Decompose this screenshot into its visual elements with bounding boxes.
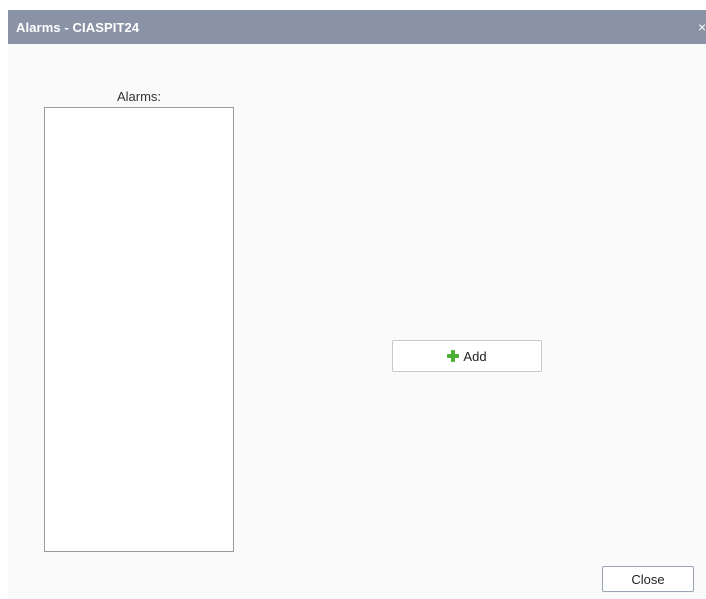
- add-button[interactable]: Add: [392, 340, 542, 372]
- alarms-list[interactable]: [44, 107, 234, 552]
- dialog-titlebar[interactable]: Alarms - CIASPIT24 ×: [8, 10, 706, 44]
- alarms-list-label: Alarms:: [116, 89, 162, 104]
- dialog-title: Alarms - CIASPIT24: [16, 19, 140, 35]
- add-button-label: Add: [463, 348, 487, 364]
- close-button-label: Close: [631, 571, 665, 587]
- plus-icon: [447, 350, 460, 362]
- dialog-body: Alarms: Add Close: [8, 44, 706, 599]
- close-icon[interactable]: ×: [698, 19, 706, 35]
- alarms-dialog: Alarms - CIASPIT24 × Alarms: Add Close: [8, 10, 706, 599]
- close-button[interactable]: Close: [602, 566, 694, 592]
